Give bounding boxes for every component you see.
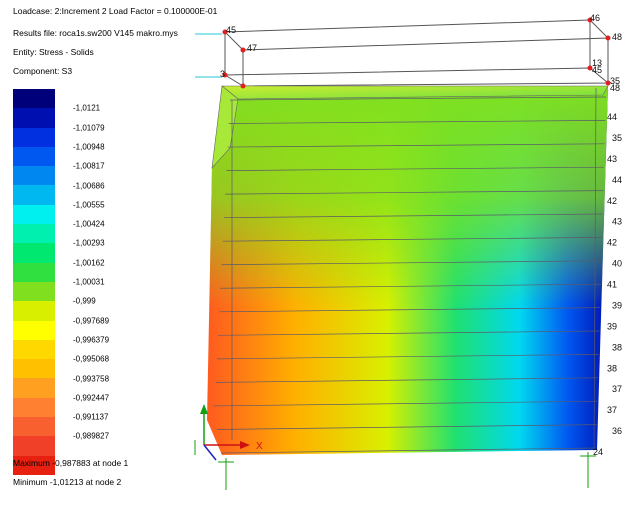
node-label: 38 [607,363,617,373]
axis-x-label: X [256,441,263,452]
node-label: 38 [612,342,622,352]
node-label: 37 [607,405,617,415]
wireframe-box [223,19,610,87]
stress-contour-solid [207,85,609,455]
node-label: 46 [590,13,600,23]
node-label: 48 [610,83,620,93]
node-label: 42 [607,238,617,248]
node-label: 35 [612,133,622,143]
node-label: 40 [612,259,622,269]
node-label: 43 [612,217,622,227]
node-label: 43 [607,154,617,164]
top-node-labels: 46 45 47 48 3 13 45 35 48 [220,13,622,93]
node-label: 47 [247,43,257,53]
load-arrows [195,33,222,78]
node-label: 45 [592,65,602,75]
node-label: 39 [612,300,622,310]
node-label: 37 [612,384,622,394]
node-label: 39 [607,321,617,331]
node-label: 44 [612,175,622,185]
node-label: 45 [226,25,236,35]
node-label: 48 [612,32,622,42]
model-viewport[interactable]: 46 45 47 48 3 13 45 35 48 44 35 43 44 42 43 42… [0,0,635,506]
node-markers [222,17,611,89]
node-label: 36 [612,426,622,436]
node-label: 41 [607,280,617,290]
node-label: 42 [607,196,617,206]
node-label: 44 [607,112,617,122]
